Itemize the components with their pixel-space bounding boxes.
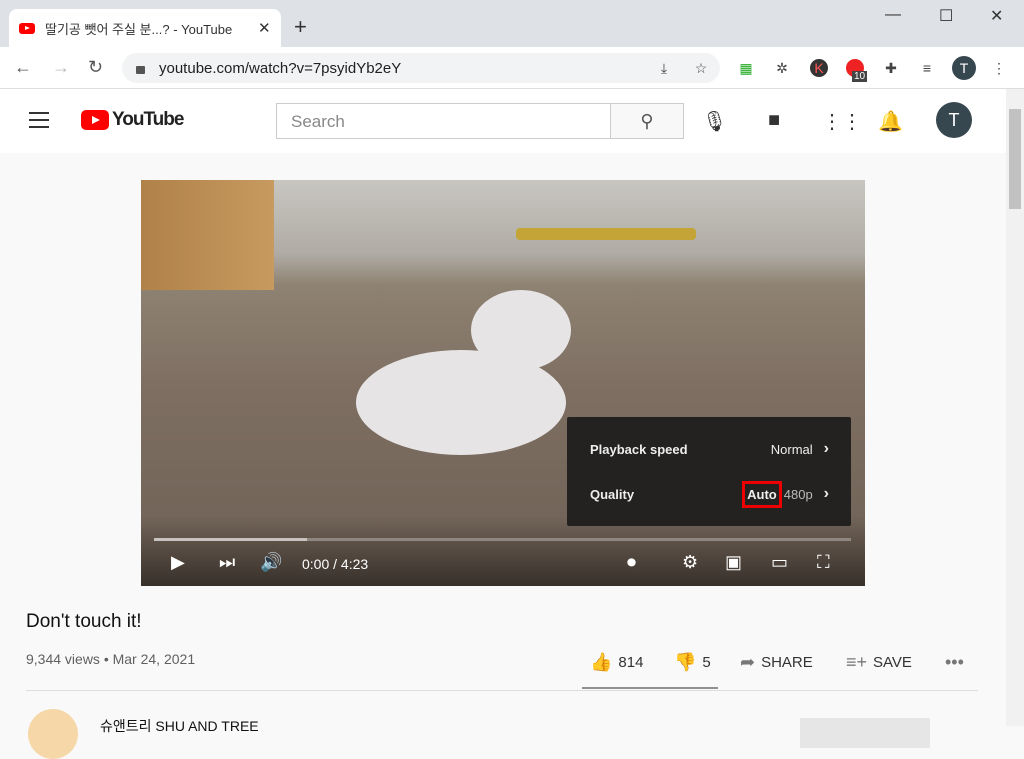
video-frame-fence — [141, 180, 274, 290]
account-avatar[interactable]: T — [936, 102, 972, 138]
browser-tab[interactable]: 딸기공 뺏어 주실 분...? - YouTube ✕ — [9, 9, 281, 47]
chevron-right-icon: › — [823, 485, 829, 502]
dislike-count: 5 — [702, 654, 711, 671]
apps-grid-icon[interactable]: ⋮⋮ — [822, 109, 862, 134]
video-frame-bench — [516, 228, 696, 240]
settings-gear-icon[interactable]: ⚙ — [682, 552, 698, 573]
hamburger-menu-icon[interactable] — [29, 112, 49, 128]
volume-icon[interactable]: 🔊 — [260, 552, 282, 573]
menu-value: Normal — [770, 441, 813, 457]
quality-detail: 480p — [783, 486, 813, 502]
share-button[interactable]: ➦ SHARE — [740, 652, 813, 673]
media-control-icon[interactable]: ≡ — [918, 59, 936, 77]
browser-toolbar: ← → ↻ youtube.com/watch?v=7psyidYb2eY ⤓ … — [0, 47, 1024, 89]
close-window-icon[interactable]: ✕ — [990, 6, 1003, 26]
time-display: 0:00 / 4:23 — [302, 556, 369, 572]
channel-avatar[interactable] — [28, 709, 78, 759]
dislike-button[interactable]: 👎 5 — [674, 652, 711, 673]
close-tab-icon[interactable]: ✕ — [258, 19, 271, 37]
menu-item-playback-speed[interactable]: Playback speed Normal › — [590, 439, 829, 459]
playlist-add-icon: ≡+ — [846, 652, 868, 672]
next-icon[interactable]: ⏭ — [219, 552, 235, 573]
play-icon[interactable]: ▶ — [171, 552, 185, 573]
search-input[interactable]: Search — [276, 103, 611, 139]
video-frame-dog — [356, 350, 566, 455]
miniplayer-icon[interactable]: ▣ — [725, 552, 742, 573]
scrollbar[interactable] — [1006, 89, 1024, 726]
save-button[interactable]: ≡+ SAVE — [846, 652, 912, 673]
share-arrow-icon: ➦ — [740, 652, 756, 672]
extension-badge: 10 — [852, 71, 868, 82]
new-tab-icon[interactable]: + — [294, 14, 307, 40]
url-text[interactable]: youtube.com/watch?v=7psyidYb2eY — [159, 60, 401, 77]
tab-bar: 딸기공 뺏어 주실 분...? - YouTube ✕ + — ☐ ✕ — [0, 0, 1024, 47]
tab-title: 딸기공 뺏어 주실 분...? - YouTube — [45, 21, 233, 37]
thumbs-up-icon: 👍 — [590, 652, 613, 672]
more-actions-icon[interactable]: ••• — [945, 652, 964, 673]
profile-avatar[interactable]: T — [952, 56, 976, 80]
share-label: SHARE — [761, 654, 813, 671]
search-icon: ⚲ — [640, 111, 654, 131]
bookmark-star-icon[interactable]: ☆ — [692, 59, 710, 77]
fullscreen-icon[interactable]: ⛶ — [817, 552, 830, 573]
menu-label: Quality — [590, 486, 635, 502]
notifications-bell-icon[interactable]: 🔔 — [878, 109, 903, 134]
extensions-puzzle-icon[interactable]: ✚ — [882, 59, 900, 77]
menu-label: Playback speed — [590, 441, 688, 457]
youtube-favicon-icon — [19, 22, 35, 34]
menu-kebab-icon[interactable]: ⋮ — [990, 59, 1008, 77]
like-button[interactable]: 👍 814 — [590, 652, 643, 673]
sheets-extension-icon[interactable]: ▦ — [737, 59, 755, 77]
search-button[interactable]: ⚲ — [610, 103, 684, 139]
save-label: SAVE — [873, 654, 912, 671]
minimize-icon[interactable]: — — [885, 6, 901, 24]
progress-bar[interactable] — [154, 538, 851, 541]
chevron-right-icon: › — [823, 440, 829, 457]
theater-mode-icon[interactable]: ▭ — [771, 552, 788, 573]
sentiment-bar — [582, 687, 718, 689]
subscribe-button[interactable] — [800, 718, 930, 748]
address-bar[interactable]: youtube.com/watch?v=7psyidYb2eY — [122, 53, 720, 83]
quality-auto-highlight: Auto — [742, 480, 782, 508]
back-icon[interactable]: ← — [14, 57, 32, 78]
translate-extension-icon[interactable]: ✲ — [773, 59, 791, 77]
video-title: Don't touch it! — [26, 611, 142, 632]
install-icon[interactable]: ⤓ — [655, 59, 673, 77]
maximize-icon[interactable]: ☐ — [939, 6, 953, 26]
youtube-page: YouTube Search ⚲ 🎙 ■ ⋮⋮ 🔔 T Playback spe… — [0, 89, 1006, 759]
settings-menu: Playback speed Normal › Quality Auto 480p › — [567, 417, 851, 526]
youtube-logo[interactable]: YouTube — [81, 109, 184, 131]
divider — [26, 690, 978, 691]
create-video-icon[interactable]: ■ — [768, 109, 780, 132]
forward-icon[interactable]: → — [52, 57, 70, 78]
thumbs-down-icon: 👎 — [674, 652, 697, 672]
microphone-icon[interactable]: 🎙 — [702, 109, 727, 134]
like-count: 814 — [618, 654, 644, 671]
menu-item-quality[interactable]: Quality Auto 480p › — [590, 480, 829, 508]
channel-name[interactable]: 슈앤트리 SHU AND TREE — [100, 716, 259, 736]
youtube-header: YouTube Search ⚲ 🎙 ■ ⋮⋮ 🔔 T — [0, 89, 1006, 153]
reload-icon[interactable]: ↻ — [88, 57, 103, 78]
video-player[interactable]: Playback speed Normal › Quality Auto 480p ›… — [141, 180, 865, 586]
video-meta: 9,344 views • Mar 24, 2021 — [26, 651, 196, 667]
lock-icon — [136, 66, 145, 74]
autoplay-toggle[interactable]: ⏺ — [627, 552, 636, 573]
k-extension-icon[interactable]: K — [810, 59, 828, 77]
